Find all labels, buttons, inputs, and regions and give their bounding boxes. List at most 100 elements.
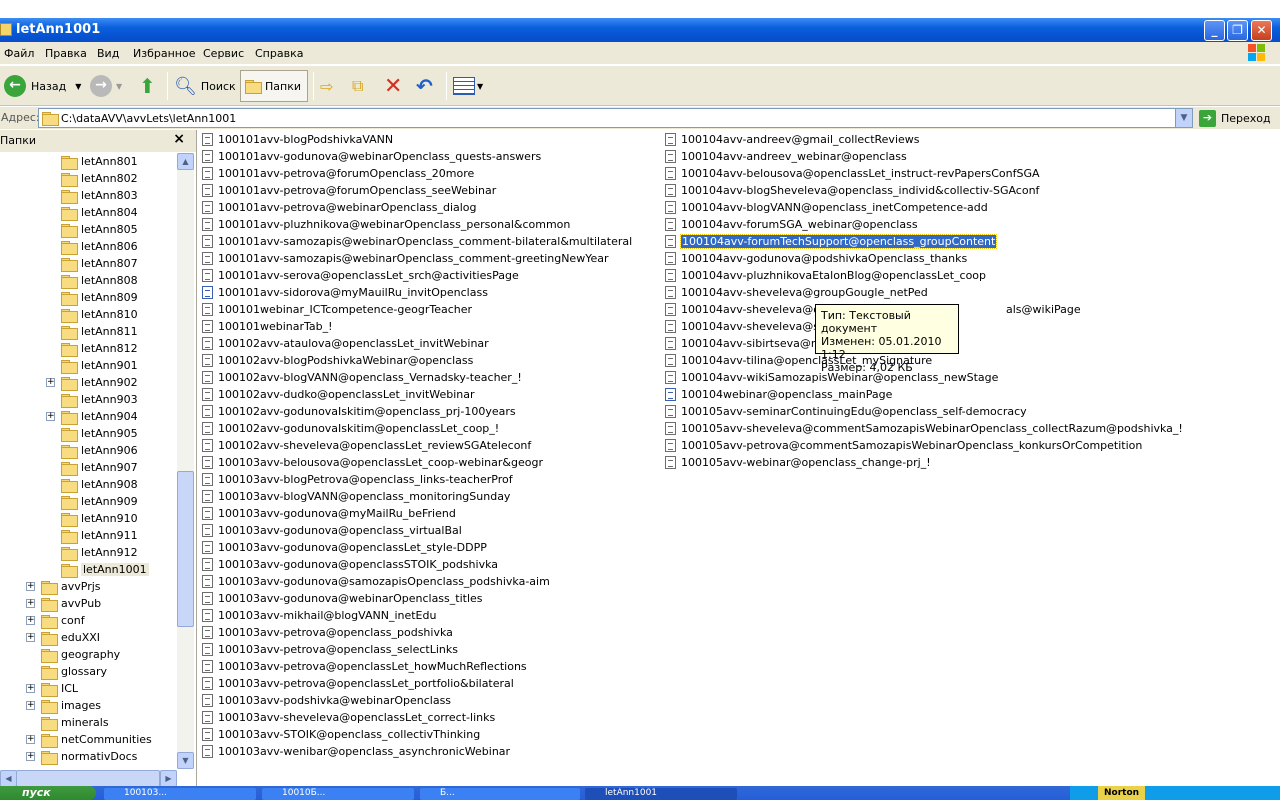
undo-button[interactable]: ↶ — [416, 70, 433, 102]
file-item[interactable]: 100102avv-ataulova@openclassLet_invitWeb… — [202, 335, 489, 352]
expand-icon[interactable]: + — [26, 616, 35, 625]
expand-icon[interactable]: + — [46, 378, 55, 387]
file-item[interactable]: 100102avv-godunovaIskitim@openclassLet_c… — [202, 420, 499, 437]
tree-item[interactable]: + letAnn902 — [46, 374, 138, 391]
tree-item[interactable]: letAnn811 — [61, 323, 138, 340]
file-item[interactable]: 100103avv-petrova@openclass_selectLinks — [202, 641, 458, 658]
file-item[interactable]: 100103avv-podshivka@webinarOpenclass — [202, 692, 451, 709]
copy-to-button[interactable]: ⧉ — [352, 70, 363, 102]
file-item[interactable]: 100103avv-petrova@openclassLet_howMuchRe… — [202, 658, 527, 675]
file-item[interactable]: 100105avv-petrova@commentSamozapisWebina… — [665, 437, 1142, 454]
go-button[interactable]: ➔ Переход — [1199, 108, 1271, 128]
tree-item[interactable]: letAnn810 — [61, 306, 138, 323]
tree-item[interactable]: letAnn806 — [61, 238, 138, 255]
file-item[interactable]: 100103avv-godunova@openclassLet_style-DD… — [202, 539, 487, 556]
tree-vertical-scrollbar[interactable]: ▲ ▼ — [177, 153, 194, 769]
scroll-right-icon[interactable]: ▶ — [160, 770, 177, 787]
taskbar-item[interactable]: Б... — [420, 788, 580, 800]
expand-icon[interactable]: + — [26, 752, 35, 761]
tree-item[interactable]: letAnn909 — [61, 493, 138, 510]
tree-item[interactable]: letAnn908 — [61, 476, 138, 493]
tree-item[interactable]: glossary — [41, 663, 107, 680]
file-item[interactable]: 100103avv-godunova@samozapisOpenclass_po… — [202, 573, 550, 590]
menu-file[interactable]: Файл — [4, 47, 34, 60]
scroll-down-icon[interactable]: ▼ — [177, 752, 194, 769]
tree-item[interactable]: minerals — [41, 714, 109, 731]
file-item[interactable]: 100103avv-godunova@myMailRu_beFriend — [202, 505, 456, 522]
file-item[interactable]: 100104avv-blogVANN@openclass_inetCompete… — [665, 199, 988, 216]
file-item[interactable]: 100102avv-blogVANN@openclass_Vernadsky-t… — [202, 369, 522, 386]
tree-item[interactable]: + avvPrjs — [26, 578, 101, 595]
file-item[interactable]: 100101avv-serova@openclassLet_srch@activ… — [202, 267, 519, 284]
file-item[interactable]: 100101avv-godunova@webinarOpenclass_ques… — [202, 148, 541, 165]
up-folder-button[interactable]: ⬆ — [139, 70, 156, 102]
tree-item[interactable]: + images — [26, 697, 101, 714]
delete-button[interactable]: ✕ — [384, 70, 402, 102]
file-item[interactable]: 100104avv-sheveleva@groupGougle_netPed — [665, 284, 928, 301]
tree-item[interactable]: + normativDocs — [26, 748, 137, 765]
file-item[interactable]: 100104avv-sheveleva@ope als@wikiPage — [665, 301, 1081, 318]
tree-item[interactable]: + avvPub — [26, 595, 101, 612]
expand-icon[interactable]: + — [26, 701, 35, 710]
menu-help[interactable]: Справка — [255, 47, 303, 60]
file-item[interactable]: 100104avv-pluzhnikovaEtalonBlog@openclas… — [665, 267, 986, 284]
views-button[interactable]: ▼ — [453, 70, 483, 102]
expand-icon[interactable]: + — [26, 684, 35, 693]
file-item[interactable]: 100103avv-STOIK@openclass_collectivThink… — [202, 726, 480, 743]
move-to-button[interactable]: ⇨ — [320, 70, 333, 102]
close-button[interactable]: ✕ — [1251, 20, 1272, 41]
file-item[interactable]: 100101avv-pluzhnikova@webinarOpenclass_p… — [202, 216, 570, 233]
tree-item[interactable]: + netCommunities — [26, 731, 152, 748]
tree-item[interactable]: letAnn901 — [61, 357, 138, 374]
chevron-down-icon[interactable]: ▼ — [477, 82, 483, 91]
tree-item[interactable]: letAnn804 — [61, 204, 138, 221]
expand-icon[interactable]: + — [26, 633, 35, 642]
search-button[interactable]: 🔍︎ Поиск — [174, 70, 236, 102]
start-button[interactable]: пуск — [0, 786, 96, 800]
file-item[interactable]: 100103avv-petrova@openclassLet_portfolio… — [202, 675, 514, 692]
file-item[interactable]: 100104avv-andreev_webinar@openclass — [665, 148, 907, 165]
tree-item[interactable]: letAnn807 — [61, 255, 138, 272]
tree-item[interactable]: letAnn809 — [61, 289, 138, 306]
tree-item[interactable]: geography — [41, 646, 120, 663]
file-item[interactable]: 100102avv-sheveleva@openclassLet_reviewS… — [202, 437, 531, 454]
file-item[interactable]: 100103avv-sheveleva@openclassLet_correct… — [202, 709, 495, 726]
tree-item[interactable]: letAnn905 — [61, 425, 138, 442]
tree-item[interactable]: + ICL — [26, 680, 78, 697]
scroll-left-icon[interactable]: ◀ — [0, 770, 17, 787]
expand-icon[interactable]: + — [26, 599, 35, 608]
file-item[interactable]: 100103avv-blogVANN@openclass_monitoringS… — [202, 488, 510, 505]
taskbar-item[interactable]: 100103... — [104, 788, 256, 800]
tree-item[interactable]: + conf — [26, 612, 85, 629]
file-item[interactable]: 100103avv-mikhail@blogVANN_inetEdu — [202, 607, 436, 624]
forward-button[interactable]: → ▼ — [90, 70, 122, 102]
tree-item[interactable]: letAnn903 — [61, 391, 138, 408]
file-item[interactable]: 100103avv-godunova@webinarOpenclass_titl… — [202, 590, 483, 607]
tree-item[interactable]: letAnn911 — [61, 527, 138, 544]
file-item[interactable]: 100103avv-blogPetrova@openclass_links-te… — [202, 471, 513, 488]
file-item[interactable]: 100101avv-sidorova@myMauilRu_invitOpencl… — [202, 284, 488, 301]
minimize-button[interactable]: _ — [1204, 20, 1225, 41]
file-item[interactable]: 100104avv-belousova@openclassLet_instruc… — [665, 165, 1040, 182]
taskbar-item-active[interactable]: letAnn1001 — [585, 788, 737, 800]
folders-button[interactable]: Папки — [240, 70, 308, 102]
expand-icon[interactable]: + — [26, 735, 35, 744]
close-pane-icon[interactable]: × — [173, 131, 185, 147]
file-item[interactable]: 100104avv-sheveleva@sam — [665, 318, 836, 335]
file-item[interactable]: 100105avv-sheveleva@commentSamozapisWebi… — [665, 420, 1183, 437]
file-item[interactable]: 100103avv-godunova@openclassSTOIK_podshi… — [202, 556, 498, 573]
file-item[interactable]: 100101avv-petrova@forumOpenclass_20more — [202, 165, 474, 182]
file-item[interactable]: 100101webinar_ICTcompetence-geogrTeacher — [202, 301, 472, 318]
menu-favorites[interactable]: Избранное — [133, 47, 195, 60]
file-item[interactable]: 100102avv-dudko@openclassLet_invitWebina… — [202, 386, 475, 403]
file-item[interactable]: 100104avv-godunova@podshivkaOpenclass_th… — [665, 250, 967, 267]
file-item[interactable]: 100104avv-forumTechSupport@openclass_gro… — [665, 233, 998, 250]
file-item[interactable]: 100103avv-petrova@openclass_podshivka — [202, 624, 453, 641]
file-item[interactable]: 100104avv-forumSGA_webinar@openclass — [665, 216, 918, 233]
tree-item[interactable]: letAnn801 — [61, 153, 138, 170]
file-item[interactable]: 100103avv-wenibar@openclass_asynchronicW… — [202, 743, 510, 760]
chevron-down-icon[interactable]: ▼ — [116, 82, 122, 91]
tree-horizontal-scrollbar[interactable]: ◀ ▶ — [0, 770, 177, 787]
tree-item[interactable]: letAnn912 — [61, 544, 138, 561]
file-item[interactable]: 100101avv-blogPodshivkaVANN — [202, 131, 393, 148]
